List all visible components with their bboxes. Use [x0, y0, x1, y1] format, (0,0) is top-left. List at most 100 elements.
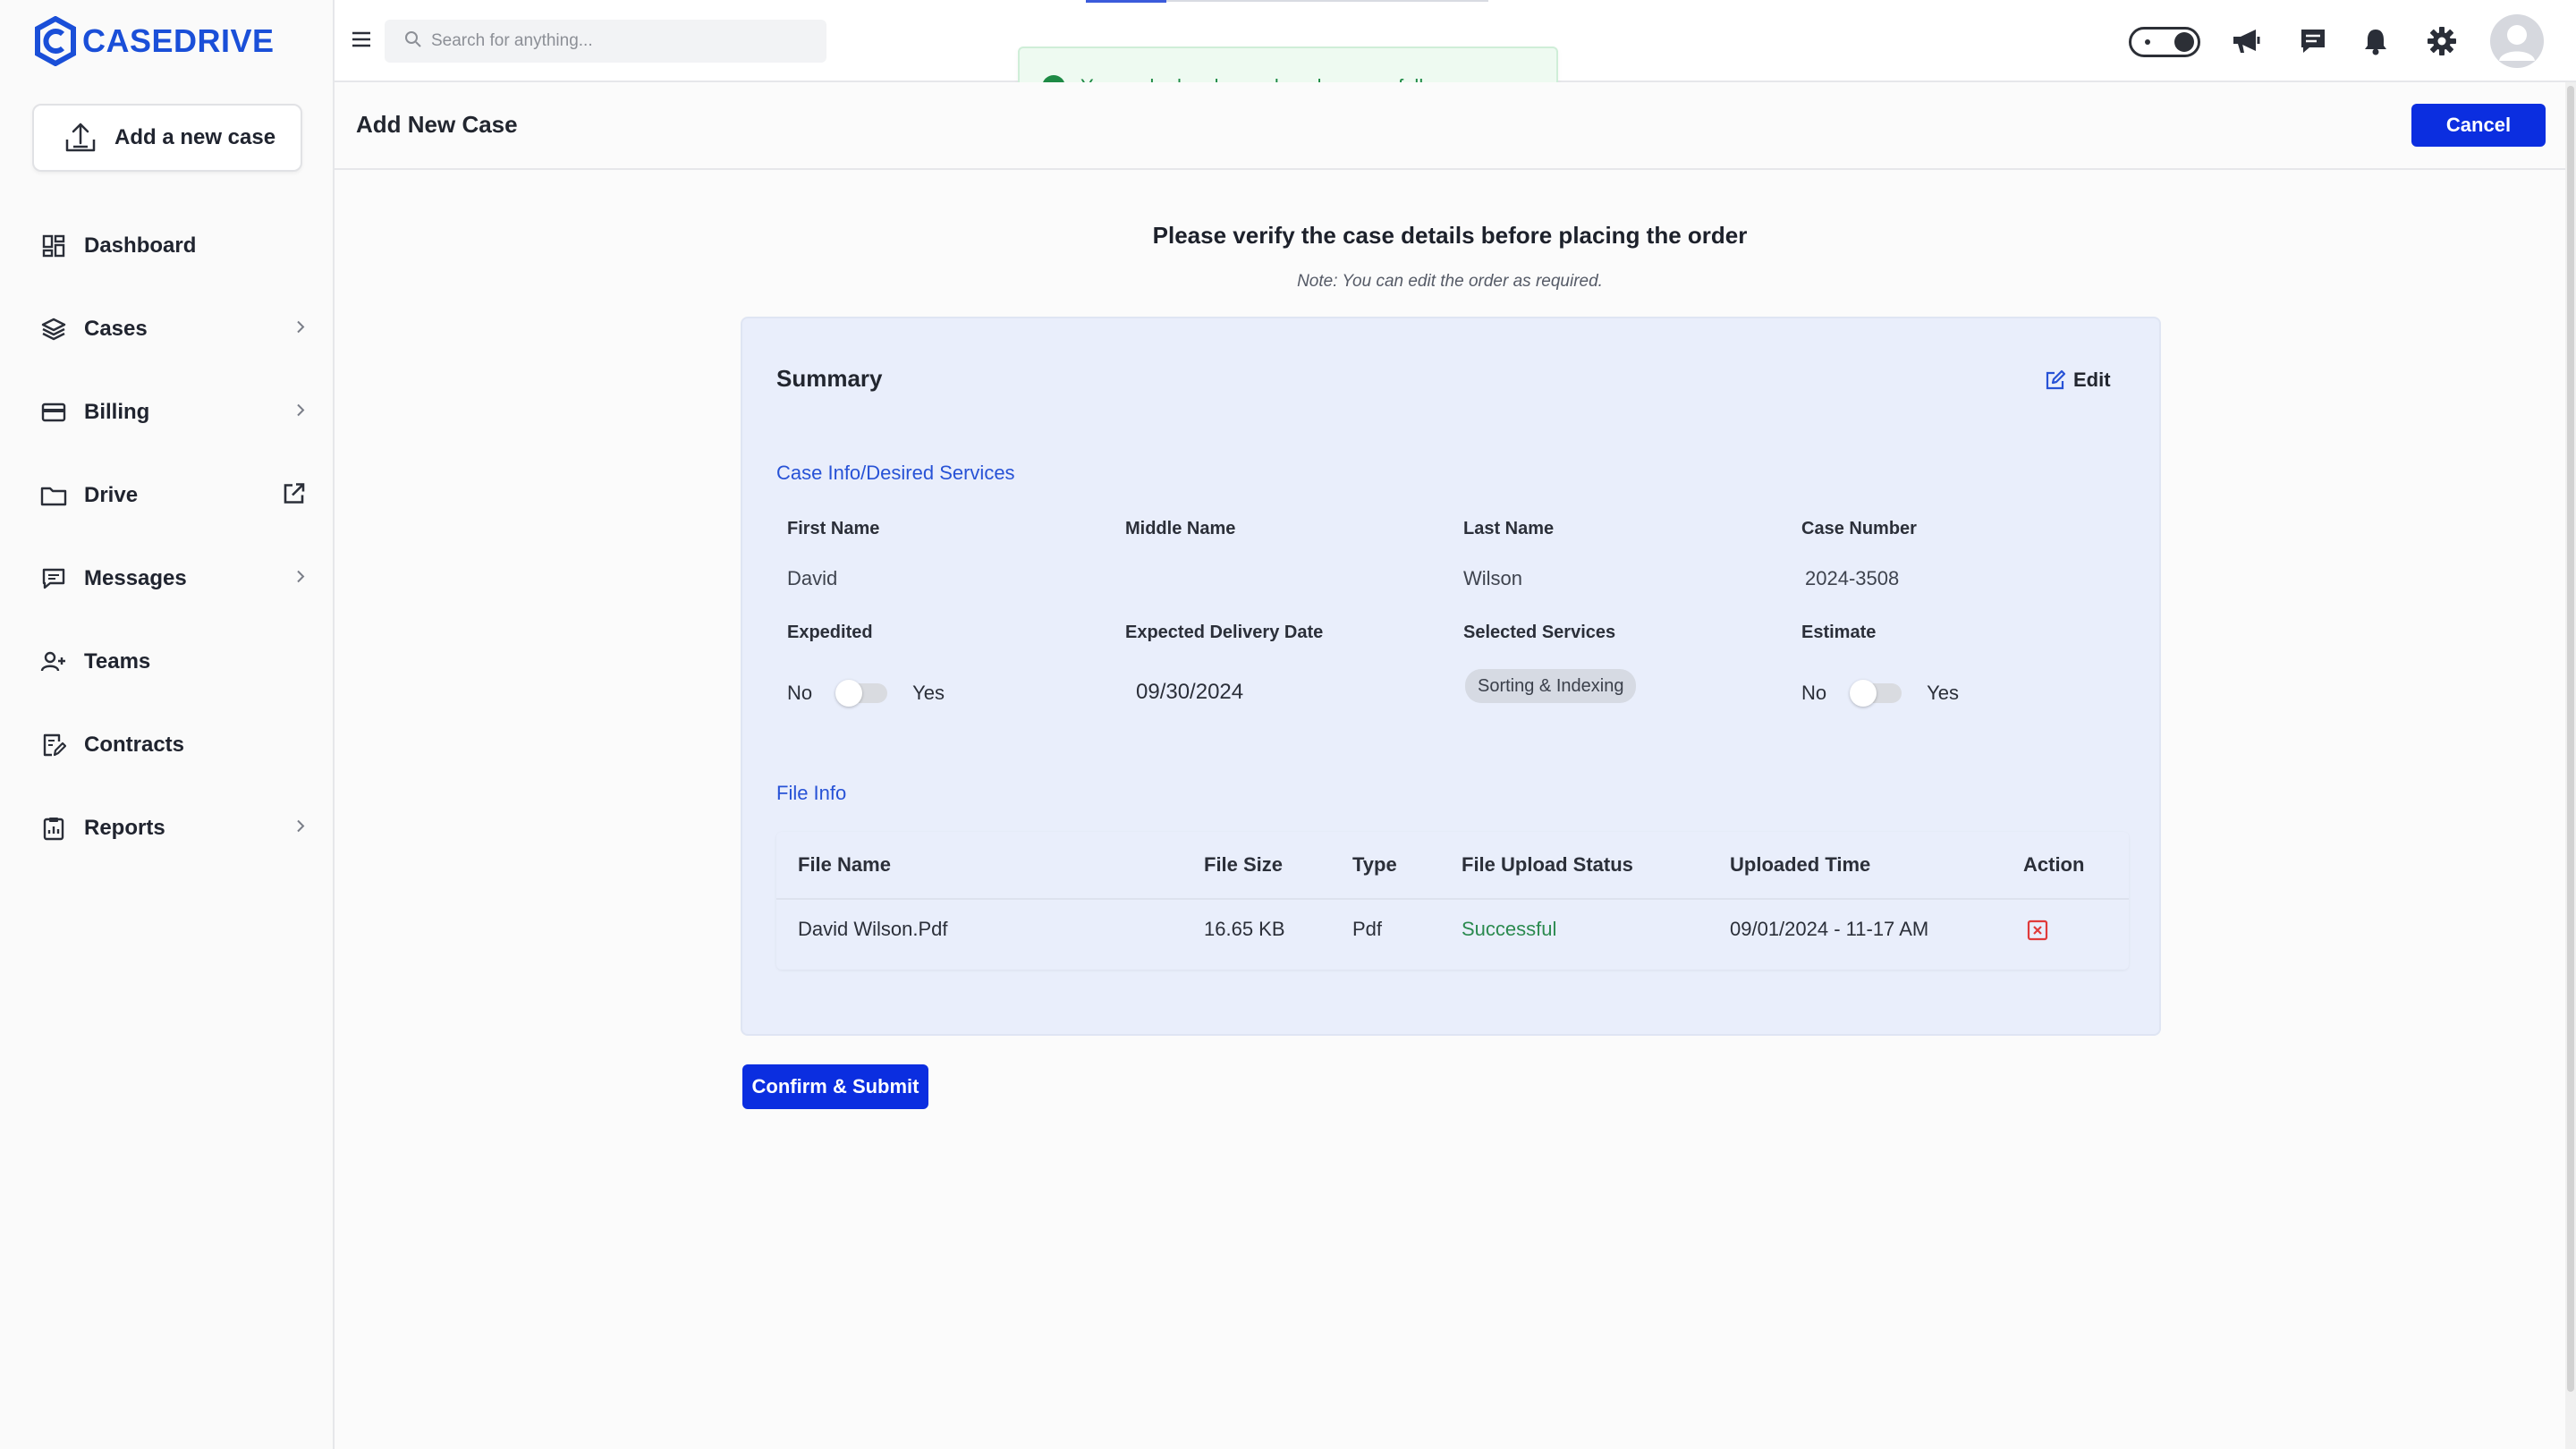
estimate-switch[interactable] — [1850, 680, 1902, 707]
expedited-yes-label: Yes — [912, 682, 945, 704]
search-box — [385, 20, 826, 63]
users-icon — [39, 648, 68, 676]
sidebar-item-messages[interactable]: Messages — [0, 537, 333, 620]
sidebar-item-billing[interactable]: Billing — [0, 370, 333, 453]
expedited-switch[interactable] — [835, 680, 888, 707]
menu-toggle-icon[interactable] — [349, 27, 376, 54]
column-header: Uploaded Time — [1730, 853, 1871, 876]
column-header: File Upload Status — [1462, 853, 1633, 876]
chat-icon[interactable] — [2295, 23, 2331, 59]
sidebar-item-dashboard[interactable]: Dashboard — [0, 204, 333, 287]
theme-toggle[interactable] — [2129, 27, 2200, 57]
scrollbar-thumb[interactable] — [2567, 86, 2574, 1392]
upload-status-cell: Successful — [1462, 918, 1557, 940]
edit-icon — [2045, 369, 2066, 391]
search-icon — [404, 30, 422, 53]
cancel-button[interactable]: Cancel — [2411, 104, 2546, 147]
brand-name: CASEDRIVE — [82, 22, 275, 59]
file-type-cell: Pdf — [1352, 918, 1383, 940]
case-info-heading: Case Info/Desired Services — [776, 462, 1015, 484]
table-header: File Name File Size Type File Upload Sta… — [776, 832, 2129, 900]
sidebar-nav: Dashboard Cases Billing Drive Messages T… — [0, 204, 333, 869]
external-link-icon[interactable] — [283, 481, 306, 509]
casedrive-logo-icon — [35, 16, 76, 66]
upload-icon — [65, 123, 96, 152]
delivery-date-value: 09/30/2024 — [1136, 680, 1244, 704]
service-chip: Sorting & Indexing — [1465, 669, 1637, 703]
contract-icon — [39, 731, 68, 759]
file-table: File Name File Size Type File Upload Sta… — [776, 832, 2129, 970]
page-title: Add New Case — [356, 111, 518, 138]
delivery-date-label: Expected Delivery Date — [1125, 623, 1324, 642]
megaphone-icon[interactable] — [2229, 23, 2265, 59]
sidebar-item-contracts[interactable]: Contracts — [0, 703, 333, 786]
edit-label: Edit — [2073, 369, 2111, 391]
sidebar-item-label: Drive — [84, 482, 139, 507]
file-info-heading: File Info — [776, 782, 847, 804]
sidebar-item-label: Cases — [84, 316, 148, 341]
estimate-label: Estimate — [1801, 623, 1877, 642]
estimate-yes-label: Yes — [1927, 682, 1960, 704]
case-number-label: Case Number — [1801, 519, 1917, 538]
sidebar-item-teams[interactable]: Teams — [0, 620, 333, 703]
sidebar-item-label: Reports — [84, 815, 165, 840]
case-number-value: 2024-3508 — [1805, 567, 1900, 589]
expedited-toggle-group: No Yes — [787, 680, 945, 707]
dashboard-icon — [39, 232, 68, 260]
summary-title: Summary — [776, 365, 883, 392]
first-name-label: First Name — [787, 519, 880, 538]
sidebar-item-drive[interactable]: Drive — [0, 453, 333, 537]
layers-icon — [39, 315, 68, 343]
toggle-knob — [2174, 32, 2194, 52]
chevron-right-icon — [295, 818, 306, 838]
avatar[interactable] — [2490, 14, 2544, 68]
file-size-cell: 16.65 KB — [1204, 918, 1285, 940]
sidebar-item-label: Contracts — [84, 732, 185, 757]
active-tab-indicator — [1086, 0, 1166, 3]
first-name-value: David — [787, 567, 838, 589]
column-header: File Name — [798, 853, 891, 876]
file-name-cell: David Wilson.Pdf — [798, 918, 948, 940]
expedited-label: Expedited — [787, 623, 873, 642]
sidebar-item-label: Dashboard — [84, 233, 197, 258]
brand-logo[interactable]: CASEDRIVE — [34, 14, 275, 68]
chevron-right-icon — [295, 568, 306, 589]
estimate-toggle-group: No Yes — [1801, 680, 1960, 707]
app-window: CASEDRIVE Add a new case Dashboard Cases… — [0, 0, 2576, 1449]
clipboard-icon — [39, 814, 68, 843]
expedited-no-label: No — [787, 682, 813, 704]
switch-knob — [1850, 680, 1877, 707]
bell-icon[interactable] — [2358, 23, 2394, 59]
sidebar: CASEDRIVE Add a new case Dashboard Cases… — [0, 0, 335, 1449]
edit-button[interactable]: Edit — [2045, 365, 2111, 395]
message-icon — [39, 564, 68, 593]
sun-icon — [2139, 33, 2157, 55]
search-input[interactable] — [431, 31, 807, 51]
column-header: File Size — [1204, 853, 1284, 876]
add-new-case-button[interactable]: Add a new case — [32, 104, 302, 172]
last-name-label: Last Name — [1463, 519, 1555, 538]
selected-services-label: Selected Services — [1463, 623, 1616, 642]
avatar-icon — [2499, 25, 2535, 61]
tab-indicator-track — [1166, 0, 1488, 2]
verify-heading: Please verify the case details before pl… — [1152, 222, 1748, 249]
credit-card-icon — [39, 398, 68, 427]
middle-name-label: Middle Name — [1125, 519, 1236, 538]
summary-card: Summary Edit Case Info/Desired Services … — [741, 317, 2161, 1036]
sidebar-item-label: Messages — [84, 565, 187, 590]
gear-icon[interactable] — [2424, 23, 2460, 59]
page-header: Add New Case Cancel — [335, 82, 2565, 170]
delete-icon[interactable] — [2027, 919, 2048, 945]
sidebar-item-cases[interactable]: Cases — [0, 287, 333, 370]
sidebar-item-label: Billing — [84, 399, 150, 424]
uploaded-time-cell: 09/01/2024 - 11-17 AM — [1730, 918, 1929, 940]
sidebar-item-reports[interactable]: Reports — [0, 786, 333, 869]
column-header: Action — [2023, 853, 2085, 876]
sidebar-item-label: Teams — [84, 648, 151, 674]
last-name-value: Wilson — [1463, 567, 1523, 589]
chevron-right-icon — [295, 402, 306, 422]
chevron-right-icon — [295, 318, 306, 339]
folder-icon — [39, 481, 68, 510]
estimate-no-label: No — [1801, 682, 1827, 704]
confirm-submit-button[interactable]: Confirm & Submit — [742, 1064, 928, 1109]
